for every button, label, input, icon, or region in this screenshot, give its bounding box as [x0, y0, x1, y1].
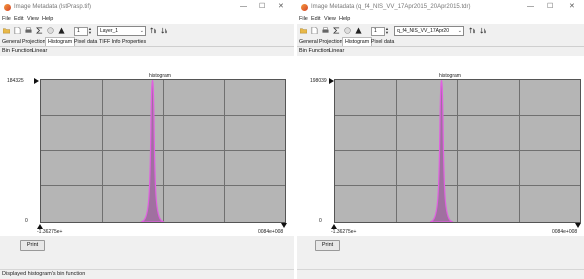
layer-select[interactable]: q_f4_NIS_VV_17Apr20 ⌄: [394, 26, 464, 36]
zoom-icon[interactable]: [344, 27, 351, 34]
y-min-label: 0: [25, 218, 28, 224]
print-icon[interactable]: [322, 27, 329, 34]
window-title: Image Metadata (lstPrasp.tif): [14, 4, 92, 10]
x-max-marker[interactable]: [575, 223, 581, 228]
status-bar: Displayed histogram's bin function: [0, 269, 294, 279]
sort-ascending-icon[interactable]: [150, 27, 157, 34]
layer-select-value: Layer_1: [100, 28, 119, 34]
warning-icon[interactable]: [58, 27, 65, 34]
bin-function-bar: Bin Function Linear: [297, 47, 584, 56]
x-max-label: 0084e+008: [552, 229, 578, 235]
bin-function-label: Bin Function: [2, 48, 33, 54]
tab-strip: General Projection Histogram Pixel data: [297, 37, 584, 47]
sort-descending-icon[interactable]: [480, 27, 487, 34]
histogram-plot-area[interactable]: [40, 79, 286, 223]
histogram-panel: histogram 184325 0 -1.36275e+ 0084e+008: [0, 56, 294, 236]
maximize-button[interactable]: ☐: [259, 3, 265, 11]
app-icon: [301, 4, 308, 11]
bin-function-label: Bin Function: [299, 48, 330, 54]
band-spinner[interactable]: 1: [371, 27, 385, 36]
new-document-icon[interactable]: [14, 27, 21, 34]
sigma-icon[interactable]: [333, 27, 340, 34]
menu-edit[interactable]: Edit: [311, 16, 320, 22]
bin-function-value[interactable]: Linear: [32, 48, 47, 54]
toolbar: 1 ▲ ▼ q_f4_NIS_VV_17Apr20 ⌄: [297, 24, 584, 37]
minimize-button[interactable]: —: [240, 3, 247, 11]
layer-select[interactable]: Layer_1 ⌄: [97, 26, 146, 36]
sort-descending-icon[interactable]: [161, 27, 168, 34]
band-spinner-arrows[interactable]: ▲ ▼: [385, 27, 389, 35]
menu-help[interactable]: Help: [42, 16, 53, 22]
x-max-label: 0084e+008: [258, 229, 284, 235]
x-max-marker[interactable]: [281, 223, 287, 228]
print-icon[interactable]: [25, 27, 32, 34]
app-icon: [4, 4, 11, 11]
band-spinner[interactable]: 1: [74, 27, 88, 36]
histogram-plot-area[interactable]: [334, 79, 581, 223]
menu-view[interactable]: View: [27, 16, 39, 22]
histogram-curve: [429, 80, 454, 222]
histogram-curve: [140, 80, 165, 222]
x-min-label: -1.36275e+: [37, 229, 63, 235]
tab-pixel-data[interactable]: Pixel data: [369, 38, 396, 46]
layer-select-value: q_f4_NIS_VV_17Apr20: [397, 28, 449, 34]
bin-function-value[interactable]: Linear: [329, 48, 344, 54]
window-title: Image Metadata (q_f4_NIS_VV_17Apr2015_20…: [311, 4, 471, 10]
minimize-button[interactable]: —: [527, 3, 534, 11]
title-bar[interactable]: Image Metadata (q_f4_NIS_VV_17Apr2015_20…: [297, 0, 584, 15]
menu-view[interactable]: View: [324, 16, 336, 22]
x-min-label: -1.36275e+: [331, 229, 357, 235]
metadata-window-right: Image Metadata (q_f4_NIS_VV_17Apr2015_20…: [297, 0, 584, 279]
band-spinner-arrows[interactable]: ▲ ▼: [88, 27, 92, 35]
y-min-label: 0: [319, 218, 322, 224]
menu-bar: File Edit View Help: [0, 15, 294, 24]
metadata-window-left: Image Metadata (lstPrasp.tif) — ☐ ✕ File…: [0, 0, 294, 279]
y-max-marker[interactable]: [34, 78, 39, 84]
bin-function-bar: Bin Function Linear: [0, 47, 294, 56]
tab-pixel-data[interactable]: Pixel data: [72, 38, 99, 46]
menu-help[interactable]: Help: [339, 16, 350, 22]
zoom-icon[interactable]: [47, 27, 54, 34]
print-button[interactable]: Print: [315, 240, 340, 251]
new-document-icon[interactable]: [311, 27, 318, 34]
status-text: Displayed histogram's bin function: [2, 271, 86, 277]
menu-file[interactable]: File: [2, 16, 11, 22]
open-folder-icon[interactable]: [300, 27, 307, 34]
close-button[interactable]: ✕: [569, 3, 575, 11]
status-bar: [297, 269, 584, 279]
menu-file[interactable]: File: [299, 16, 308, 22]
sort-ascending-icon[interactable]: [469, 27, 476, 34]
chevron-down-icon: ⌄: [139, 28, 144, 34]
title-bar[interactable]: Image Metadata (lstPrasp.tif) — ☐ ✕: [0, 0, 294, 15]
maximize-button[interactable]: ☐: [547, 3, 553, 11]
tab-projection[interactable]: Projection: [317, 38, 345, 46]
histogram-panel: histogram 198039 0 -1.36275e+ 0084e+008: [297, 56, 584, 236]
toolbar: 1 ▲ ▼ Layer_1 ⌄: [0, 24, 294, 37]
y-max-label: 184325: [7, 78, 24, 84]
tab-strip: General Projection Histogram Pixel data …: [0, 37, 294, 47]
menu-bar: File Edit View Help: [297, 15, 584, 24]
chevron-down-icon: ⌄: [457, 28, 462, 34]
tab-properties[interactable]: Properties: [120, 38, 148, 46]
tab-tiff-info[interactable]: TIFF Info: [97, 38, 123, 46]
open-folder-icon[interactable]: [3, 27, 10, 34]
close-button[interactable]: ✕: [278, 3, 284, 11]
tab-histogram[interactable]: Histogram: [342, 37, 373, 46]
tab-projection[interactable]: Projection: [20, 38, 48, 46]
warning-icon[interactable]: [355, 27, 362, 34]
sigma-icon[interactable]: [36, 27, 43, 34]
tab-histogram[interactable]: Histogram: [45, 37, 76, 46]
y-max-label: 198039: [310, 78, 327, 84]
menu-edit[interactable]: Edit: [14, 16, 23, 22]
print-button[interactable]: Print: [20, 240, 45, 251]
